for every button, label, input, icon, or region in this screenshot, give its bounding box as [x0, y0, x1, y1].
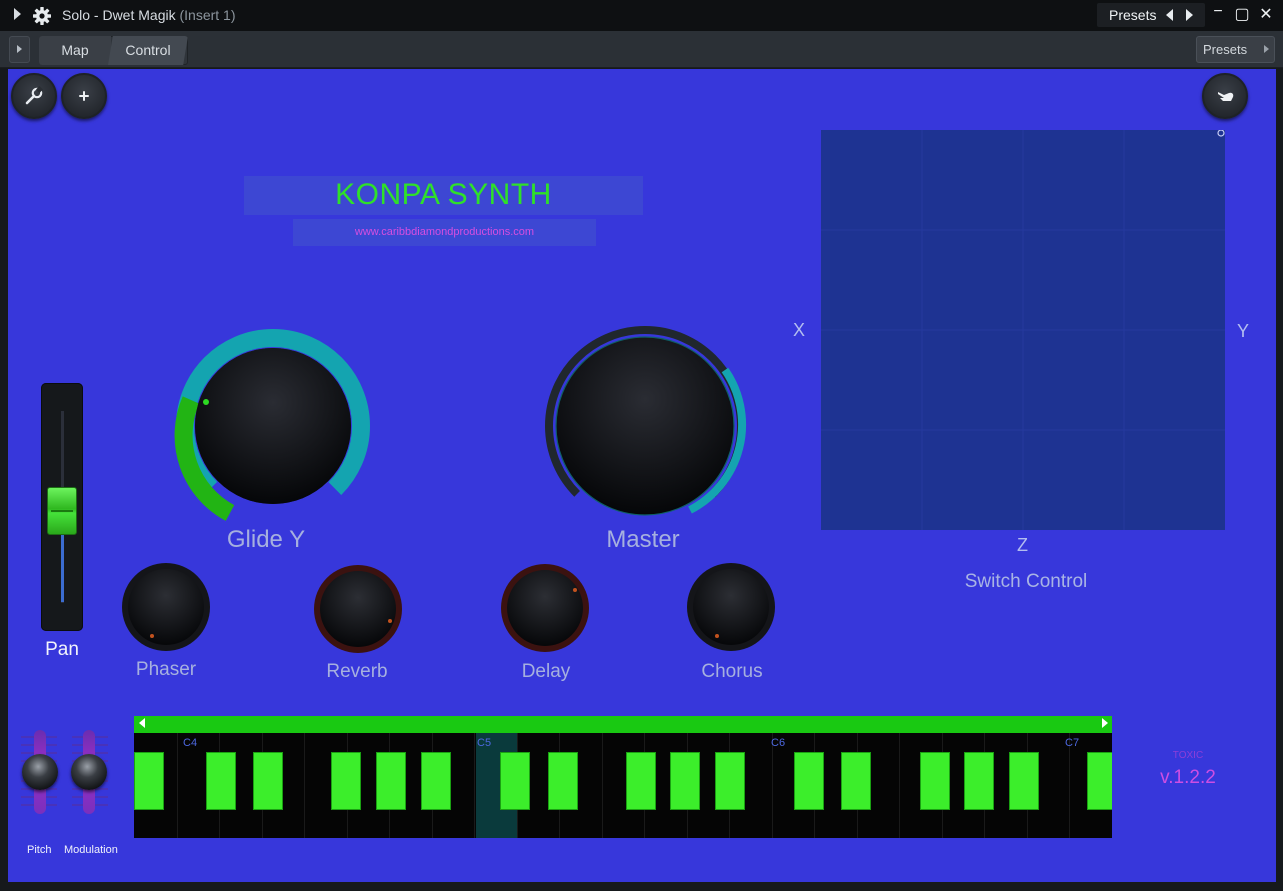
key-separator [899, 733, 900, 838]
piano-key[interactable] [421, 752, 451, 810]
window-menu-arrow-icon[interactable] [14, 8, 21, 20]
octave-label: C5 [477, 737, 492, 749]
modulation-label: Modulation [64, 844, 118, 856]
key-separator [304, 733, 305, 838]
brand-label: TOXIC [1172, 750, 1204, 761]
piano-key[interactable] [794, 752, 824, 810]
tab-map[interactable]: Map [39, 36, 111, 65]
reverb-knob[interactable] [310, 561, 406, 657]
expand-arrow-icon [17, 45, 22, 53]
xy-pad[interactable] [821, 130, 1225, 530]
y-axis-label: Y [1237, 321, 1250, 341]
window-title: Solo - Dwet Magik (Insert 1) [62, 7, 236, 23]
website-link[interactable]: www.caribbdiamondproductions.com [293, 219, 596, 246]
piano-key[interactable] [253, 752, 283, 810]
switch-control-label: Switch Control [964, 571, 1088, 592]
z-axis-label: Z [1017, 535, 1028, 555]
plugin-window: Solo - Dwet Magik (Insert 1) Presets − ▢… [0, 0, 1283, 891]
piano-key[interactable] [964, 752, 994, 810]
wrench-icon [25, 86, 44, 105]
phaser-label: Phaser [135, 659, 197, 680]
pan-label: Pan [45, 639, 79, 660]
piano-key[interactable] [920, 752, 950, 810]
hand-button[interactable] [1202, 73, 1248, 119]
piano-key[interactable] [626, 752, 656, 810]
x-axis-label: X [793, 320, 806, 340]
octave-label: C7 [1065, 737, 1080, 749]
piano-key[interactable] [331, 752, 361, 810]
pitch-wheel[interactable] [22, 754, 58, 790]
piano-keyboard[interactable]: C4 C5 C6 C7 [134, 733, 1112, 838]
scroll-left-icon[interactable] [139, 718, 145, 728]
xy-cursor[interactable] [1217, 130, 1225, 137]
piano-key[interactable] [1009, 752, 1039, 810]
glide-y-knob[interactable] [170, 323, 376, 529]
gear-icon[interactable] [32, 6, 52, 26]
close-button[interactable]: ✕ [1257, 6, 1275, 24]
piano-key[interactable] [1087, 752, 1112, 810]
piano-key[interactable] [134, 752, 164, 810]
piano-key[interactable] [548, 752, 578, 810]
pitch-label: Pitch [27, 844, 52, 856]
key-separator [176, 733, 178, 838]
piano-key[interactable] [376, 752, 406, 810]
plugin-toolbar: Map Control [0, 31, 1283, 68]
minimize-button[interactable]: − [1209, 3, 1227, 21]
presets-button[interactable]: Presets [1196, 36, 1275, 63]
reverb-label: Reverb [326, 661, 388, 682]
master-knob[interactable] [542, 323, 748, 529]
delay-label: Delay [521, 661, 571, 682]
presets-button-label: Presets [1203, 42, 1248, 57]
title-bar: Solo - Dwet Magik (Insert 1) Presets − ▢… [0, 0, 1283, 31]
settings-button[interactable] [11, 73, 57, 119]
piano-key[interactable] [670, 752, 700, 810]
master-label: Master [606, 526, 680, 553]
window-insert-label: (Insert 1) [179, 7, 236, 23]
octave-label: C4 [183, 737, 198, 749]
synth-title: KONPA SYNTH [335, 178, 552, 211]
synth-panel: KONPA SYNTH www.caribbdiamondproductions… [8, 69, 1276, 882]
keyboard-scroll-bar[interactable] [134, 716, 1112, 733]
modulation-wheel[interactable] [71, 754, 107, 790]
piano-key[interactable] [500, 752, 530, 810]
toolbar-expand-button[interactable] [9, 36, 30, 63]
glide-y-label: Glide Y [226, 526, 306, 553]
piano-key[interactable] [206, 752, 236, 810]
octave-label: C6 [771, 737, 786, 749]
chorus-knob[interactable] [683, 559, 779, 655]
preset-prev-icon[interactable] [1166, 9, 1173, 21]
chorus-label: Chorus [701, 661, 763, 682]
window-title-text: Solo - Dwet Magik [62, 7, 176, 23]
piano-key[interactable] [841, 752, 871, 810]
pan-slider-thumb[interactable] [47, 487, 77, 535]
add-button[interactable] [61, 73, 107, 119]
piano-key[interactable] [715, 752, 745, 810]
scroll-right-icon[interactable] [1102, 718, 1108, 728]
titlebar-presets-label[interactable]: Presets [1109, 7, 1156, 23]
phaser-knob[interactable] [118, 559, 214, 655]
tab-control[interactable]: Control [108, 36, 188, 65]
presets-arrow-icon [1264, 45, 1269, 53]
maximize-button[interactable]: ▢ [1233, 6, 1251, 24]
preset-next-icon[interactable] [1186, 9, 1193, 21]
delay-knob[interactable] [497, 560, 593, 656]
xy-grid [821, 130, 1225, 530]
version-label: v.1.2.2 [1160, 767, 1216, 788]
key-separator [601, 733, 603, 838]
plus-icon [79, 91, 89, 101]
key-separator [474, 733, 475, 838]
hand-icon [1218, 92, 1234, 101]
